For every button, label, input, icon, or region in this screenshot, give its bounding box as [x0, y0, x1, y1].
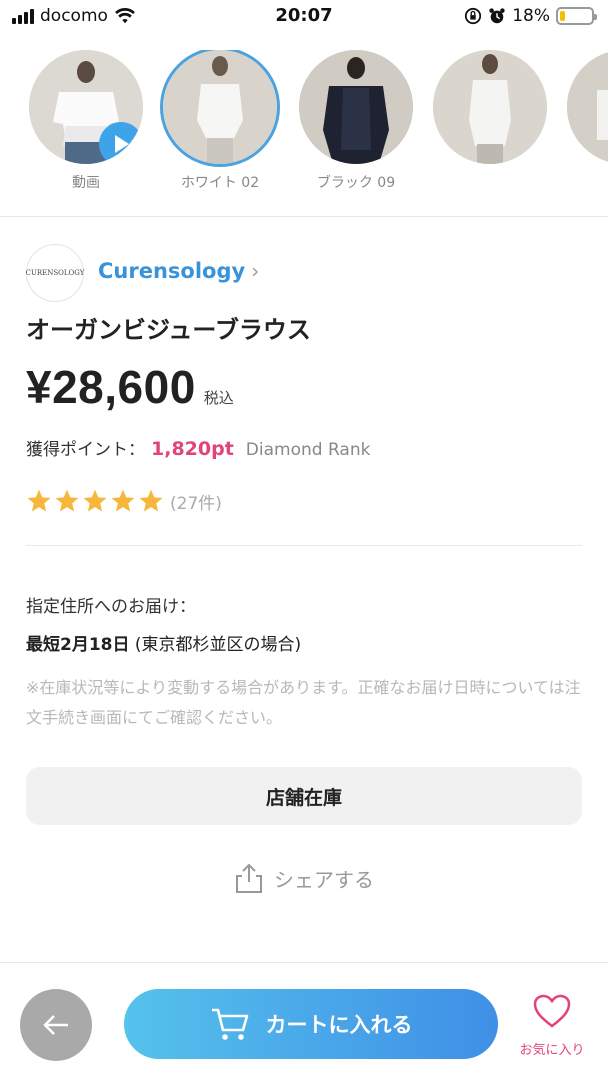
- cart-icon: [211, 1008, 248, 1040]
- rating-row[interactable]: (27件): [26, 488, 222, 514]
- thumbnail-label: ブラック 09: [316, 175, 396, 191]
- points-row: 獲得ポイント： 1,820pt Diamond Rank: [26, 435, 370, 460]
- points-label: 獲得ポイント：: [26, 440, 145, 460]
- back-button[interactable]: [20, 989, 92, 1061]
- orientation-lock-icon: [465, 7, 482, 25]
- thumbnail-item[interactable]: [432, 50, 548, 172]
- chevron-right-icon: ›: [251, 259, 260, 283]
- price-row: ¥28,600 税込: [26, 360, 234, 414]
- share-label: シェアする: [274, 867, 374, 892]
- star-icon: [83, 489, 107, 512]
- store-stock-button[interactable]: 店舗在庫: [26, 767, 582, 825]
- delivery-date-note: (東京都杉並区の場合): [129, 635, 302, 655]
- thumbnail-white-02[interactable]: ホワイト 02: [162, 50, 278, 192]
- color-thumbnails: 動画 ホワイト 02 ブラック 09: [28, 50, 608, 198]
- add-to-cart-label: カートに入れる: [265, 1013, 413, 1037]
- delivery-note: ※在庫状況等により変動する場合があります。正確なお届け日時については注文手続き画…: [26, 678, 581, 727]
- thumbnail-video[interactable]: 動画: [28, 50, 144, 192]
- favorite-button[interactable]: お気に入り: [510, 993, 594, 1058]
- brand-logo[interactable]: CURENSOLOGY: [26, 244, 84, 302]
- star-icon: [111, 489, 135, 512]
- thumbnail-image: [433, 50, 547, 164]
- review-count: (27件): [170, 493, 222, 514]
- thumbnail-item[interactable]: [566, 50, 608, 172]
- favorite-label: お気に入り: [519, 1043, 585, 1058]
- alarm-icon: [489, 8, 505, 24]
- brand-link[interactable]: Curensology ›: [98, 259, 259, 283]
- delivery-date-bold: 最短2月18日: [26, 635, 130, 655]
- battery-percent: 18%: [512, 6, 550, 26]
- thumbnail-label: ホワイト 02: [180, 175, 260, 191]
- product-title: オーガンビジューブラウス: [26, 316, 311, 344]
- delivery-label: 指定住所へのお届け：: [26, 597, 196, 617]
- divider: [26, 545, 582, 546]
- thumbnail-label: 動画: [72, 175, 100, 191]
- share-icon: [236, 863, 262, 893]
- status-bar: docomo 20:07 18%: [0, 0, 608, 34]
- thumbnail-image: [29, 50, 143, 164]
- product-price: ¥28,600: [26, 361, 196, 413]
- bottom-action-bar: カートに入れる お気に入り: [0, 962, 608, 1080]
- brand-name: Curensology: [98, 259, 246, 283]
- thumbnail-image: [163, 50, 277, 164]
- tax-label: 税込: [203, 389, 234, 407]
- add-to-cart-button[interactable]: カートに入れる: [124, 989, 498, 1059]
- star-icon: [139, 489, 163, 512]
- heart-icon: [533, 994, 571, 1028]
- thumbnail-image: [567, 50, 608, 164]
- share-button[interactable]: シェアする: [0, 862, 608, 894]
- battery-icon: [556, 7, 597, 25]
- delivery-date: 最短2月18日 (東京都杉並区の場合): [26, 630, 301, 655]
- rating-stars: [26, 488, 164, 514]
- star-icon: [27, 489, 51, 512]
- thumbnail-image: [299, 50, 413, 164]
- star-icon: [55, 489, 79, 512]
- points-value: 1,820pt: [151, 438, 234, 460]
- arrow-left-icon: [43, 1015, 68, 1035]
- member-rank: Diamond Rank: [245, 440, 371, 460]
- brand-logo-text: CURENSOLOGY: [25, 269, 85, 277]
- play-icon[interactable]: [99, 122, 143, 164]
- thumbnail-black-09[interactable]: ブラック 09: [298, 50, 414, 192]
- divider: [0, 216, 608, 217]
